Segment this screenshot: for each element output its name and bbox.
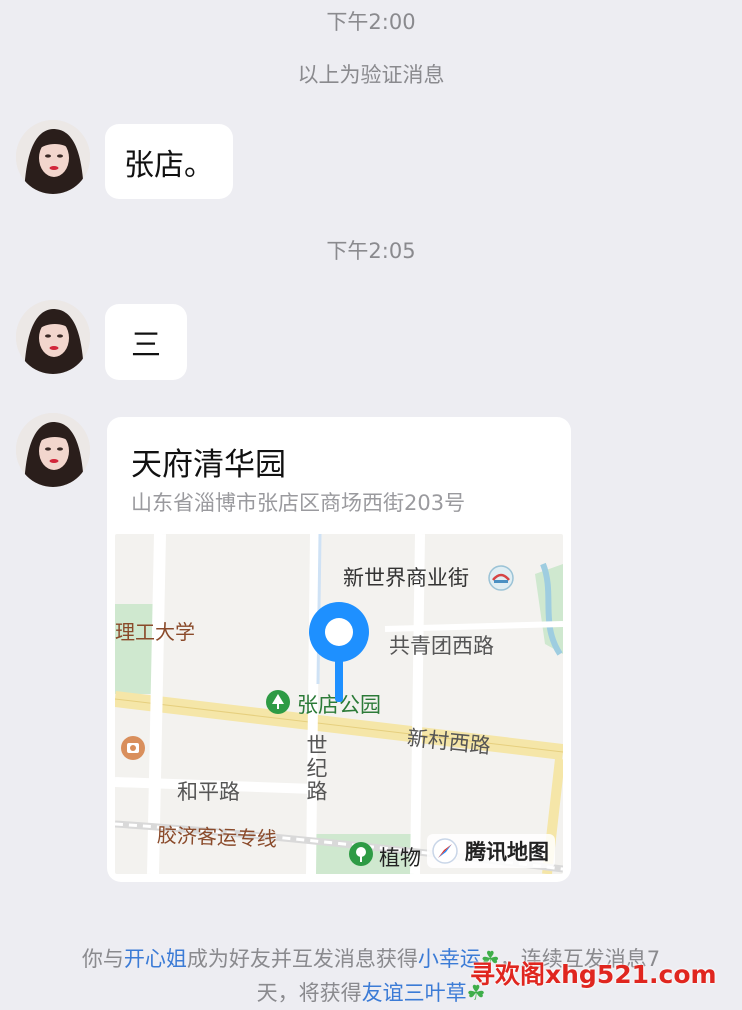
watermark: 寻欢阁xhg521.com — [470, 960, 717, 989]
user-portrait-icon — [16, 300, 90, 374]
map-label: 共青团西路 — [389, 634, 494, 658]
location-title: 天府清华园 — [131, 447, 286, 483]
compass-icon — [432, 838, 458, 864]
restaurant-icon — [121, 736, 145, 760]
map-label: 理工大学 — [115, 620, 195, 644]
message-text: 三 — [131, 328, 161, 363]
system-verify-notice: 以上为验证消息 — [297, 63, 445, 87]
map-label: 世纪路 — [304, 734, 328, 803]
message-bubble-1[interactable]: 张店。 — [105, 124, 233, 199]
park-icon — [266, 690, 290, 714]
garden-icon — [349, 842, 373, 866]
user-portrait-icon — [16, 413, 90, 487]
system-text: 你与 — [81, 947, 124, 971]
shopping-mall-icon — [488, 565, 514, 591]
timestamp-2: 下午2:05 — [326, 239, 416, 263]
user-portrait-icon — [16, 120, 90, 194]
map-provider-badge: 腾讯地图 — [427, 834, 555, 868]
avatar[interactable] — [16, 300, 90, 374]
location-message-card[interactable]: 天府清华园 山东省淄博市张店区商场西街203号 新世界商业街 理工大学 共青团西… — [107, 417, 571, 882]
map-preview[interactable]: 新世界商业街 理工大学 共青团西路 张店公园 新村西路 世纪路 和平路 胶济客运… — [115, 534, 563, 874]
avatar[interactable] — [16, 413, 90, 487]
map-label: 和平路 — [177, 780, 240, 804]
message-bubble-2[interactable]: 三 — [105, 304, 187, 380]
map-label: 胶济客运专线 — [156, 822, 278, 852]
message-text: 张店。 — [124, 147, 214, 183]
map-label: 新世界商业街 — [343, 566, 469, 590]
friend-name-link[interactable]: 开心姐 — [124, 947, 187, 971]
system-text: 成为好友并互发消息获得 — [186, 947, 418, 971]
map-label: 植物 — [379, 846, 421, 870]
clover-badge-link[interactable]: 友谊三叶草 — [362, 981, 467, 1005]
system-text: 天，将获得 — [256, 981, 362, 1005]
location-address: 山东省淄博市张店区商场西街203号 — [131, 491, 466, 515]
map-provider-label: 腾讯地图 — [465, 840, 549, 864]
location-pin-icon — [309, 602, 369, 702]
timestamp-1: 下午2:00 — [326, 10, 416, 34]
avatar[interactable] — [16, 120, 90, 194]
